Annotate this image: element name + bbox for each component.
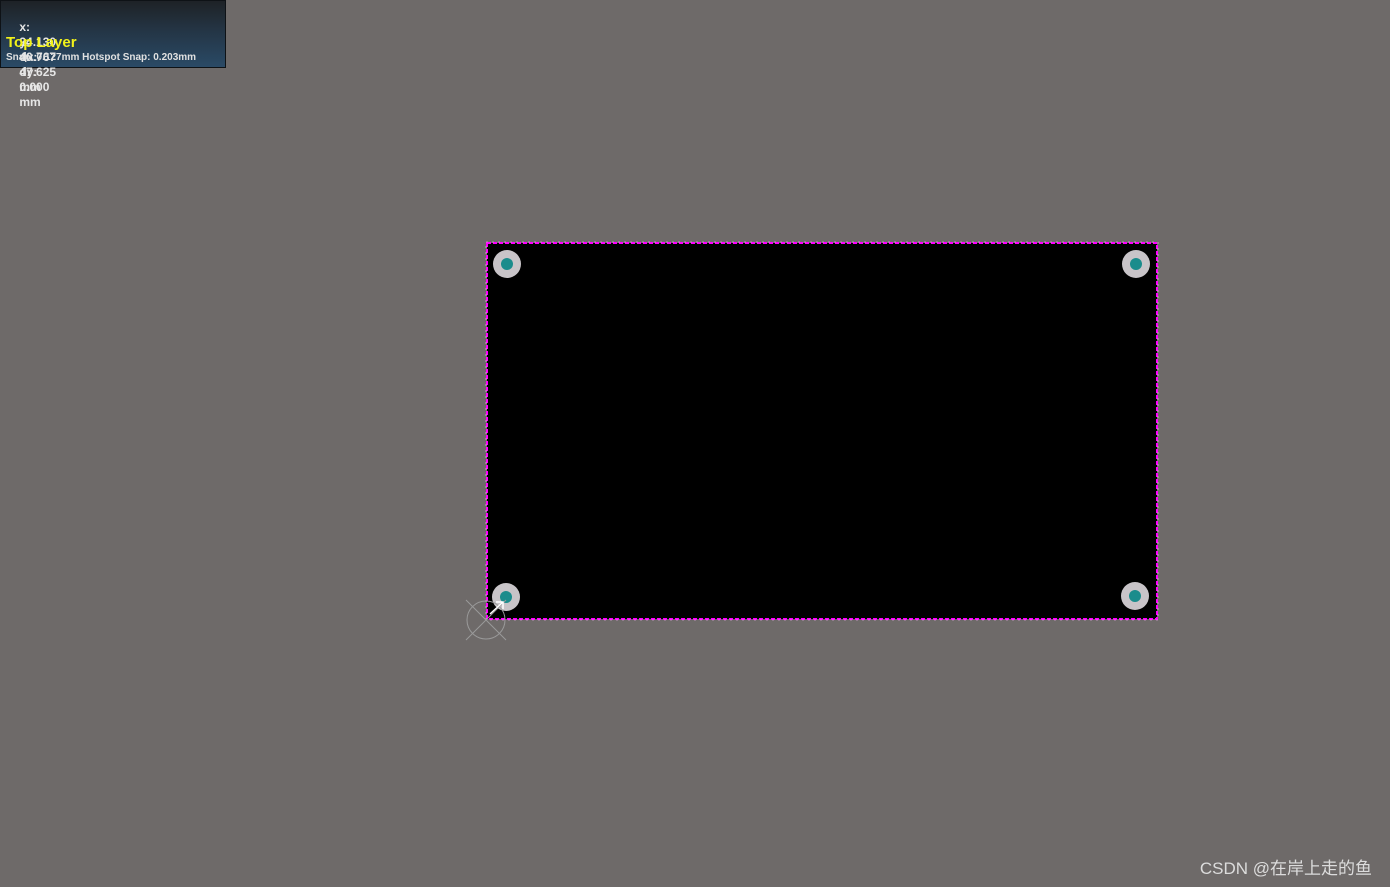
hud-dy-label: dy: xyxy=(19,65,38,79)
hud-current-layer: Top Layer xyxy=(6,34,77,51)
mounting-hole-bottom-right[interactable] xyxy=(1121,582,1149,610)
board-body[interactable] xyxy=(487,243,1157,619)
pcb-canvas[interactable] xyxy=(0,0,1390,887)
coordinate-hud: x: 24.130 dx: 47.625 mm y: 40.767 dy: 0.… xyxy=(0,0,226,109)
mounting-hole-bottom-left[interactable] xyxy=(492,583,520,611)
watermark-text: CSDN @在岸上走的鱼 xyxy=(1199,859,1372,878)
hud-x-label: x: xyxy=(19,20,31,34)
hud-snap-info: Snap: 0.127mm Hotspot Snap: 0.203mm xyxy=(6,52,197,63)
mounting-hole-top-right[interactable] xyxy=(1122,250,1150,278)
hud-y-row: y: 40.767 dy: 0.000 mm xyxy=(6,20,225,109)
hud-y-unit: mm xyxy=(19,95,41,109)
mounting-hole-top-left[interactable] xyxy=(493,250,521,278)
hud-x-row: x: 24.130 dx: 47.625 mm xyxy=(6,5,225,94)
hud-dy-value: 0.000 xyxy=(19,80,50,94)
